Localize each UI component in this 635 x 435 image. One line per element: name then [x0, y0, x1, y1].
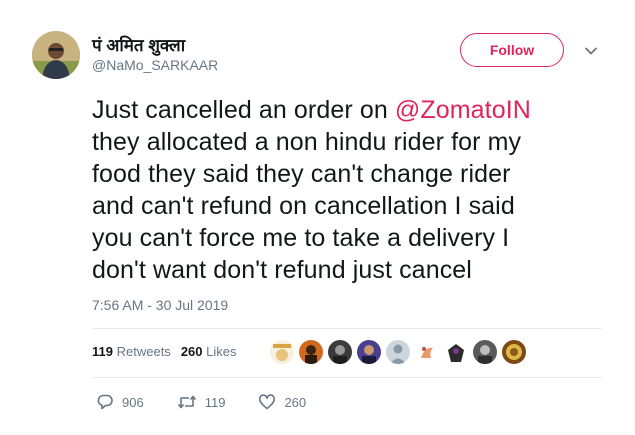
tweet-actions: 906 119 260: [96, 392, 339, 412]
liker-avatar[interactable]: [415, 340, 439, 364]
reply-action[interactable]: 906: [96, 393, 144, 411]
liker-avatar[interactable]: [270, 340, 294, 364]
user-handle[interactable]: @NaMo_SARKAAR: [92, 57, 218, 73]
chevron-down-icon[interactable]: [584, 44, 598, 58]
likes-label: Likes: [206, 344, 237, 359]
tweet-line: and can't refund on cancellation I said: [92, 192, 515, 220]
tweet-line: food they said they can't change rider: [92, 160, 511, 188]
liker-avatars: [270, 340, 531, 366]
liker-avatar[interactable]: [386, 340, 410, 364]
follow-button[interactable]: Follow: [460, 33, 564, 67]
tweet-line: you can't force me to take a delivery I: [92, 224, 510, 252]
like-action[interactable]: 260: [258, 393, 306, 411]
mention-link[interactable]: @ZomatoIN: [395, 96, 531, 124]
reply-icon: [97, 394, 113, 410]
heart-icon: [259, 394, 276, 410]
liker-avatar[interactable]: [444, 340, 468, 364]
tweet-text: Just cancelled an order on @ZomatoIN the…: [92, 94, 602, 286]
retweets-count: 119: [92, 344, 113, 359]
avatar[interactable]: [32, 31, 80, 79]
likes-count: 260: [180, 344, 203, 359]
retweet-count: 119: [204, 394, 226, 410]
retweets-stat[interactable]: 119 Retweets: [92, 344, 171, 359]
likes-stat[interactable]: 260 Likes: [181, 344, 237, 359]
liker-avatar[interactable]: [473, 340, 497, 364]
divider: [92, 328, 602, 329]
tweet-line: don't want don't refund just cancel: [92, 256, 472, 284]
retweet-action[interactable]: 119: [177, 393, 226, 411]
display-name[interactable]: पं अमित शुक्ला: [92, 33, 185, 56]
tweet-stats: 119 Retweets 260 Likes: [92, 344, 237, 359]
tweet-line: Just cancelled an order on @ZomatoIN: [92, 94, 602, 126]
divider: [92, 377, 602, 378]
retweets-label: Retweets: [116, 344, 171, 359]
retweet-icon: [177, 395, 196, 409]
liker-avatar[interactable]: [357, 340, 381, 364]
reply-count: 906: [122, 394, 144, 410]
liker-avatar[interactable]: [299, 340, 323, 364]
tweet-line: they allocated a non hindu rider for my: [92, 128, 522, 156]
tweet-card: पं अमित शुक्ला @NaMo_SARKAAR Follow Just…: [0, 0, 635, 435]
tweet-line-text: Just cancelled an order on: [92, 96, 395, 124]
liker-avatar[interactable]: [502, 340, 526, 364]
like-count: 260: [284, 394, 307, 410]
timestamp[interactable]: 7:56 AM - 30 Jul 2019: [92, 297, 228, 313]
liker-avatar[interactable]: [328, 340, 352, 364]
